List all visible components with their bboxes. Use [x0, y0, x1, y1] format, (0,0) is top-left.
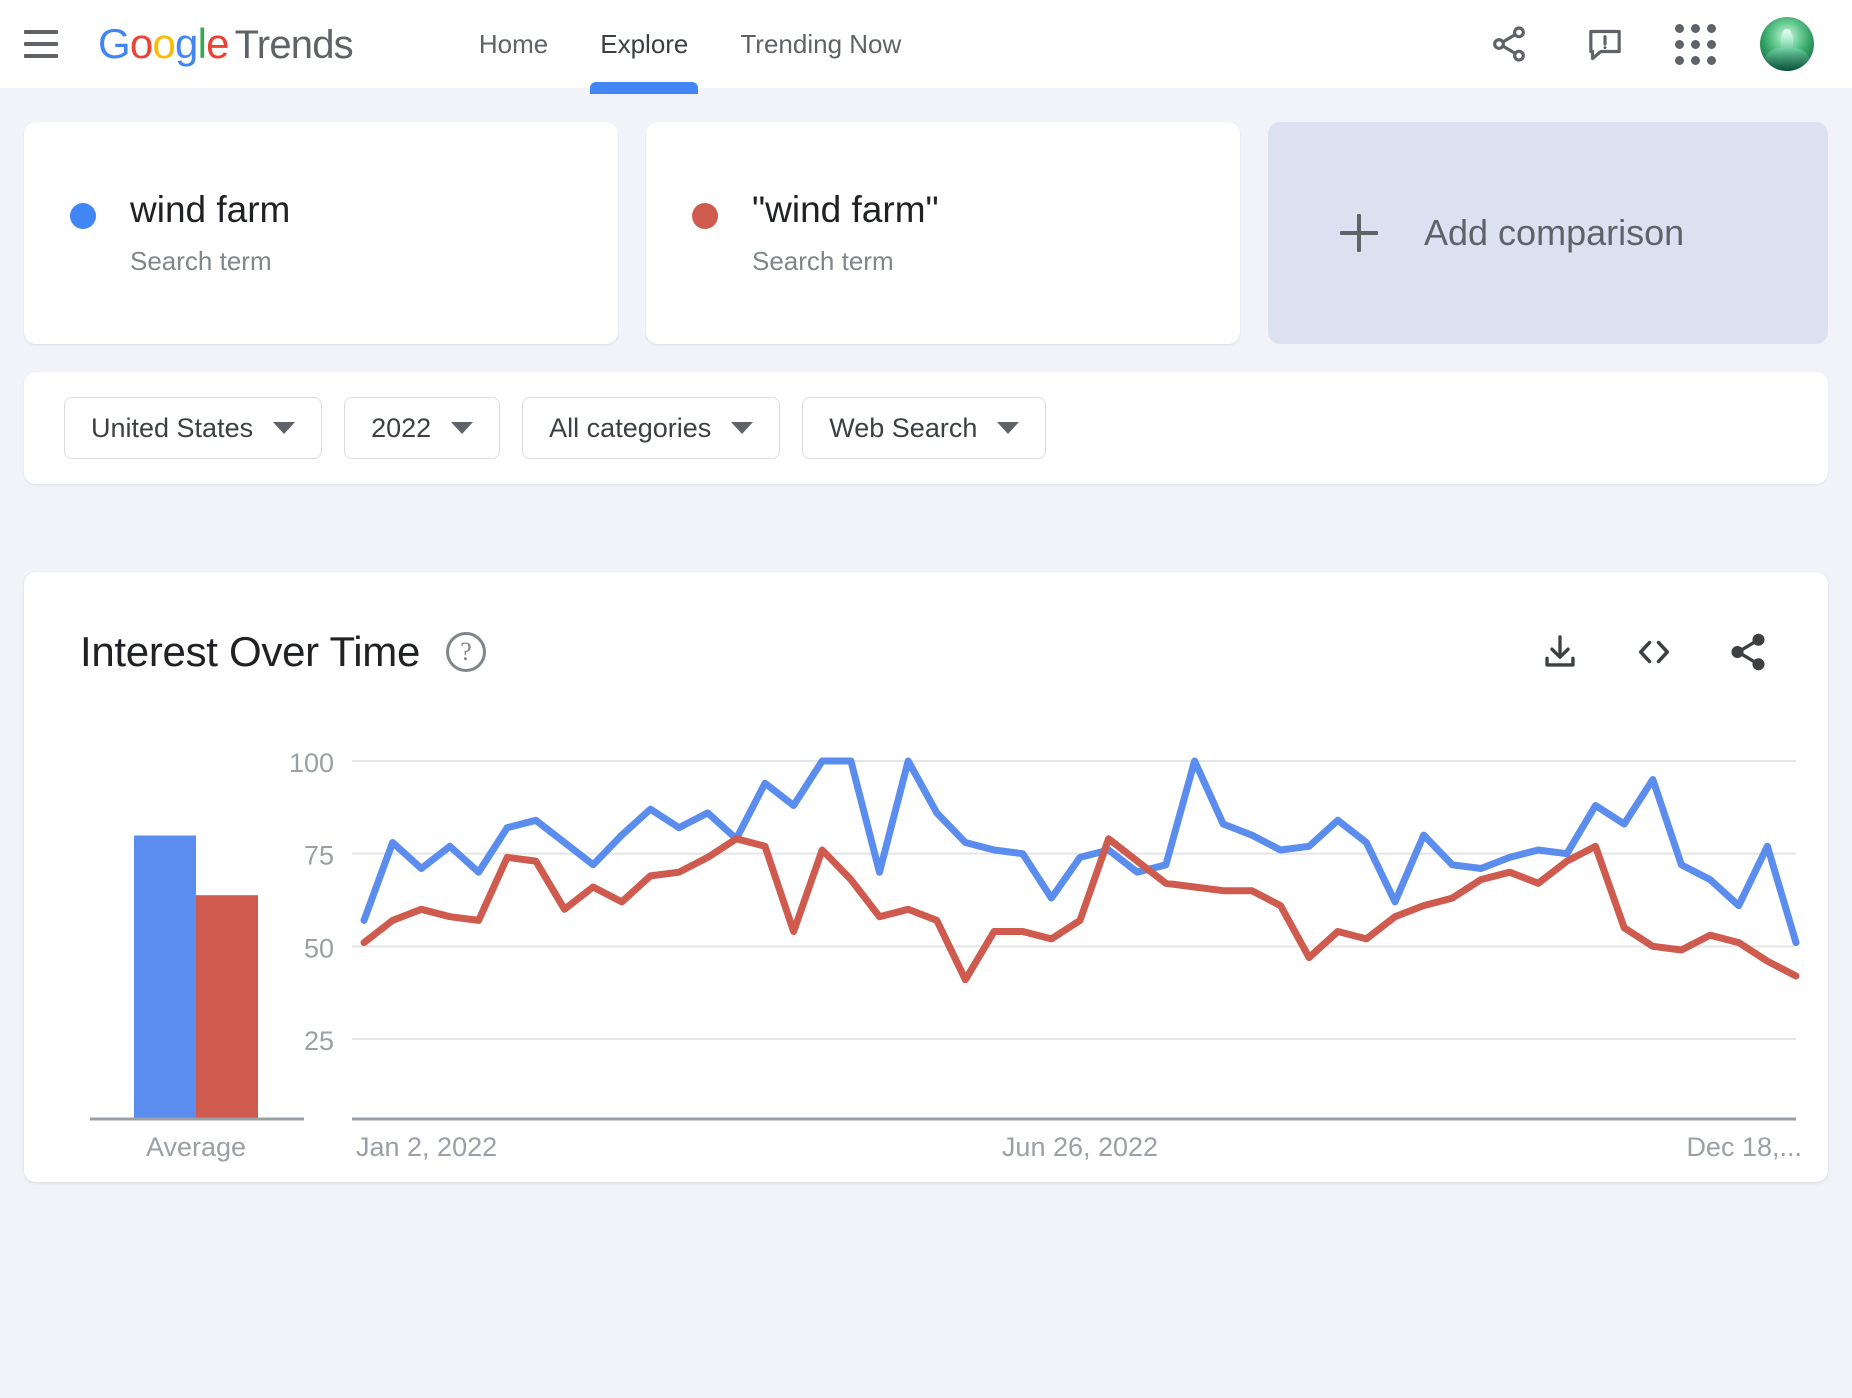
- add-comparison-label: Add comparison: [1424, 212, 1684, 254]
- interest-over-time-chart: 25 50 75 100 Jan 2, 2022 Jun 26, 2022 Dec 18,.…: [24, 572, 1828, 1182]
- filter-search-type[interactable]: Web Search: [802, 397, 1046, 459]
- average-bar-2[interactable]: [196, 895, 258, 1119]
- logo-letter-o1: o: [130, 20, 153, 68]
- search-term-card-2[interactable]: "wind farm" Search term: [646, 122, 1240, 344]
- apps-dot: [1707, 24, 1716, 33]
- series-color-dot-red: [692, 203, 718, 229]
- logo-letter-l: l: [198, 20, 207, 68]
- y-axis-tick-label: 50: [304, 933, 334, 963]
- top-right-actions: [1483, 17, 1826, 71]
- average-label: Average: [146, 1132, 246, 1162]
- y-axis-tick-label: 100: [289, 748, 334, 778]
- filter-location[interactable]: United States: [64, 397, 322, 459]
- hamburger-line: [24, 54, 58, 58]
- logo-letter-g2: g: [175, 20, 198, 68]
- interest-over-time-card: Interest Over Time ?: [24, 572, 1828, 1182]
- apps-dot: [1691, 40, 1700, 49]
- hamburger-line: [24, 42, 58, 46]
- apps-dot: [1691, 56, 1700, 65]
- x-axis-tick-label: Jan 2, 2022: [356, 1132, 497, 1162]
- tab-home[interactable]: Home: [453, 0, 574, 88]
- apps-dot: [1675, 24, 1684, 33]
- filter-location-label: United States: [91, 413, 253, 444]
- filters-bar: United States 2022 All categories Web Se…: [24, 372, 1828, 484]
- search-term-type-1: Search term: [130, 246, 290, 277]
- share-icon[interactable]: [1483, 18, 1535, 70]
- tab-trending-now[interactable]: Trending Now: [714, 0, 927, 88]
- filter-category[interactable]: All categories: [522, 397, 780, 459]
- add-comparison-button[interactable]: Add comparison: [1268, 122, 1828, 344]
- search-term-type-2: Search term: [752, 246, 939, 277]
- search-terms-row: wind farm Search term "wind farm" Search…: [0, 88, 1852, 344]
- feedback-icon[interactable]: [1579, 18, 1631, 70]
- y-axis-tick-label: 25: [304, 1026, 334, 1056]
- chevron-down-icon: [451, 422, 473, 434]
- filter-time-range-label: 2022: [371, 413, 431, 444]
- search-term-card-1[interactable]: wind farm Search term: [24, 122, 618, 344]
- logo-letter-o2: o: [152, 20, 175, 68]
- filter-time-range[interactable]: 2022: [344, 397, 500, 459]
- filter-search-type-label: Web Search: [829, 413, 977, 444]
- nav-tabs: Home Explore Trending Now: [453, 0, 927, 88]
- avatar[interactable]: [1760, 17, 1814, 71]
- filter-category-label: All categories: [549, 413, 711, 444]
- average-bar-1[interactable]: [134, 836, 196, 1119]
- logo-letter-g: G: [98, 20, 130, 68]
- logo-letter-e: e: [206, 20, 229, 68]
- chevron-down-icon: [731, 422, 753, 434]
- y-axis-tick-label: 75: [304, 841, 334, 871]
- hamburger-menu-icon[interactable]: [10, 0, 72, 88]
- plus-icon: [1340, 214, 1378, 252]
- google-trends-logo[interactable]: GoogleTrends: [98, 20, 353, 68]
- hamburger-line: [24, 30, 58, 34]
- top-navigation-bar: GoogleTrends Home Explore Trending Now: [0, 0, 1852, 88]
- chevron-down-icon: [997, 422, 1019, 434]
- apps-grid-icon[interactable]: [1675, 24, 1716, 65]
- logo-trends-word: Trends: [235, 23, 353, 68]
- apps-dot: [1675, 40, 1684, 49]
- apps-dot: [1675, 56, 1684, 65]
- apps-dot: [1691, 24, 1700, 33]
- series-color-dot-blue: [70, 203, 96, 229]
- search-term-label-1: wind farm: [130, 189, 290, 232]
- search-term-label-2: "wind farm": [752, 189, 939, 232]
- explore-page: wind farm Search term "wind farm" Search…: [0, 88, 1852, 1182]
- tab-explore[interactable]: Explore: [574, 0, 714, 88]
- x-axis-tick-label: Dec 18,...: [1686, 1132, 1802, 1162]
- apps-dot: [1707, 40, 1716, 49]
- x-axis-tick-label: Jun 26, 2022: [1002, 1132, 1158, 1162]
- chevron-down-icon: [273, 422, 295, 434]
- apps-dot: [1707, 56, 1716, 65]
